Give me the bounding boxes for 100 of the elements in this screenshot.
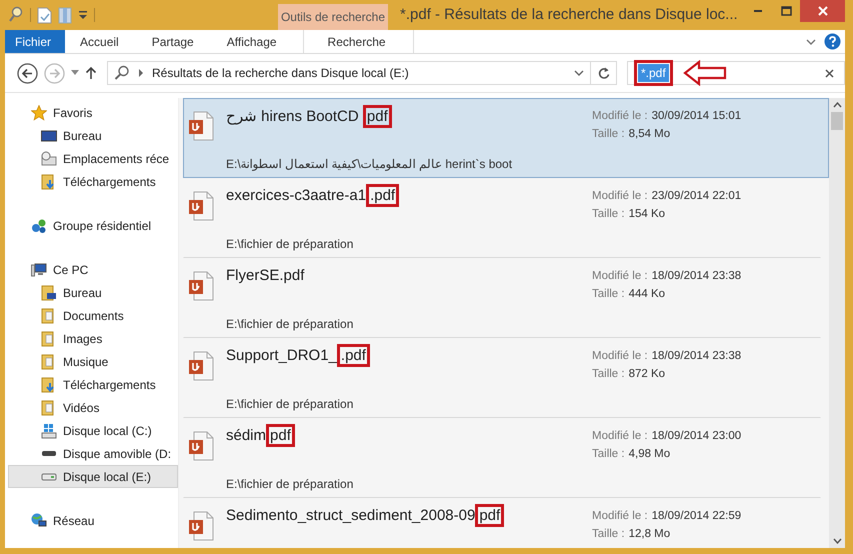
magnifier-icon[interactable] — [8, 6, 24, 24]
up-arrow-icon[interactable] — [85, 66, 97, 80]
size-label: Taille : — [592, 127, 625, 142]
scroll-down-icon[interactable] — [832, 538, 842, 544]
nav-item[interactable]: Réseau — [8, 509, 178, 532]
file-size: 4,98 Mo — [628, 447, 670, 462]
file-name: exercices-c3aatre-a1 .pdf — [226, 187, 592, 204]
desktop-folder-icon — [41, 284, 57, 300]
scrollbar-thumb[interactable] — [831, 112, 843, 130]
recent-places-icon — [41, 150, 57, 166]
pdf-file-icon — [188, 111, 214, 141]
size-label: Taille : — [592, 367, 625, 382]
modified-label: Modifié le : — [592, 269, 648, 284]
refresh-icon — [598, 66, 610, 80]
ribbon-tab[interactable]: Accueil — [65, 30, 137, 53]
file-path: E:\fichier de préparation — [226, 317, 354, 331]
help-icon[interactable] — [824, 33, 841, 50]
expand-ribbon-icon[interactable] — [806, 38, 816, 46]
search-icon — [114, 65, 130, 81]
ribbon-tab[interactable]: Fichier — [5, 30, 66, 53]
nav-item[interactable]: Vidéos — [8, 396, 178, 419]
refresh-button[interactable] — [591, 61, 617, 85]
close-button[interactable] — [800, 0, 845, 22]
chevron-icon[interactable] — [138, 69, 144, 77]
ribbon-tab[interactable]: Affichage — [212, 30, 295, 53]
nav-item[interactable]: Bureau — [8, 281, 178, 304]
modified-date: 18/09/2014 23:38 — [652, 269, 742, 284]
pdf-file-icon — [188, 191, 214, 221]
homegroup-icon — [31, 218, 47, 234]
file-size: 444 Ko — [628, 287, 666, 302]
modified-label: Modifié le : — [592, 349, 648, 364]
system-drive-icon — [41, 422, 57, 438]
search-result[interactable]: exercices-c3aatre-a1 .pdf E:\fichier de préparation Modifié le : 23/09/2014 22:01 Taille : 154 Ko — [183, 178, 821, 258]
search-result[interactable]: Support_DRO1_ .pdf E:\fichier de préparation Modifié le : 18/09/2014 23:38 Taille : 872 Ko — [183, 338, 821, 418]
file-path: E:\عالم المعلوميات\كيفية استعمال اسطوانة herint`s boot — [226, 157, 514, 171]
computer-icon — [31, 262, 47, 278]
modified-label: Modifié le : — [592, 109, 648, 124]
nav-item[interactable]: Disque local (E:) — [8, 465, 178, 488]
file-size: 872 Ko — [628, 367, 666, 382]
ribbon-tab[interactable]: Recherche — [302, 30, 414, 53]
nav-item[interactable]: Musique — [8, 350, 178, 373]
nav-item[interactable]: Ce PC — [8, 258, 178, 281]
removable-drive-icon — [41, 450, 57, 456]
modified-date: 18/09/2014 23:00 — [652, 429, 742, 444]
size-label: Taille : — [592, 207, 625, 222]
window-title: *.pdf - Résultats de la recherche dans Disque loc... — [400, 6, 738, 23]
modified-label: Modifié le : — [592, 429, 648, 444]
nav-item[interactable]: Favoris — [8, 101, 178, 124]
nav-item[interactable]: Documents — [8, 304, 178, 327]
star-icon — [31, 104, 47, 120]
desktop-icon — [41, 128, 57, 144]
search-result[interactable]: sédim pdf E:\fichier de préparation Modifié le : 18/09/2014 23:00 Taille : 4,98 Mo — [183, 418, 821, 498]
clear-search-icon[interactable] — [825, 68, 834, 78]
modified-label: Modifié le : — [592, 509, 648, 524]
modified-date: 18/09/2014 23:38 — [652, 349, 742, 364]
maximize-icon — [780, 6, 792, 16]
address-bar[interactable]: Résultats de la recherche dans Disque local (E:) — [107, 61, 591, 85]
file-name: sédim pdf — [226, 427, 592, 444]
search-result[interactable]: FlyerSE.pdf E:\fichier de préparation Modifié le : 18/09/2014 23:38 Taille : 444 Ko — [183, 258, 821, 338]
pdf-file-icon — [188, 511, 214, 541]
file-name: FlyerSE.pdf — [226, 267, 306, 284]
scrollbar[interactable] — [829, 98, 845, 548]
dropdown-caret-icon[interactable] — [78, 10, 88, 20]
annotation-arrow — [682, 60, 727, 86]
size-label: Taille : — [592, 447, 625, 462]
nav-item[interactable]: Disque amovible (D: — [8, 442, 178, 465]
file-name: Sedimento_struct_sediment_2008-09 pdf — [226, 507, 592, 524]
back-button-icon[interactable] — [17, 62, 38, 84]
minimize-icon — [754, 10, 762, 12]
modified-date: 23/09/2014 22:01 — [652, 189, 742, 204]
file-size: 8,54 Mo — [628, 127, 670, 142]
ribbon-tab[interactable]: Partage — [136, 30, 212, 53]
dropdown-caret-icon[interactable] — [574, 69, 584, 77]
file-path: E:\fichier de préparation — [226, 477, 354, 491]
file-path: E:\fichier de préparation — [226, 237, 354, 251]
modified-date: 30/09/2014 15:01 — [652, 109, 742, 124]
recent-caret-icon[interactable] — [71, 70, 79, 76]
nav-item[interactable]: Bureau — [8, 124, 178, 147]
close-icon — [818, 6, 828, 16]
file-name: Support_DRO1_ .pdf — [226, 347, 592, 364]
address-path: Résultats de la recherche dans Disque local (E:) — [152, 66, 409, 80]
search-result[interactable]: Sedimento_struct_sediment_2008-09 pdf Modifié le : 18/09/2014 22:59 Taille : 12,8 Mo — [183, 498, 821, 548]
size-label: Taille : — [592, 287, 625, 302]
file-path: E:\fichier de préparation — [226, 397, 354, 411]
properties-icon[interactable] — [37, 6, 52, 24]
file-size: 154 Ko — [628, 207, 666, 222]
nav-item[interactable]: Téléchargements — [8, 170, 178, 193]
contextual-tab-group: Outils de recherche — [278, 4, 388, 30]
pdf-file-icon — [188, 431, 214, 461]
network-icon — [31, 512, 47, 528]
nav-item[interactable]: Téléchargements — [8, 373, 178, 396]
file-size: 12,8 Mo — [628, 527, 670, 542]
nav-item[interactable]: Disque local (C:) — [8, 419, 178, 442]
pdf-file-icon — [188, 271, 214, 301]
modified-label: Modifié le : — [592, 189, 648, 204]
nav-item[interactable]: Images — [8, 327, 178, 350]
size-label: Taille : — [592, 527, 625, 542]
nav-item[interactable]: Groupe résidentiel — [8, 214, 178, 237]
scroll-up-icon[interactable] — [832, 102, 842, 108]
nav-item[interactable]: Emplacements réce — [8, 147, 178, 170]
